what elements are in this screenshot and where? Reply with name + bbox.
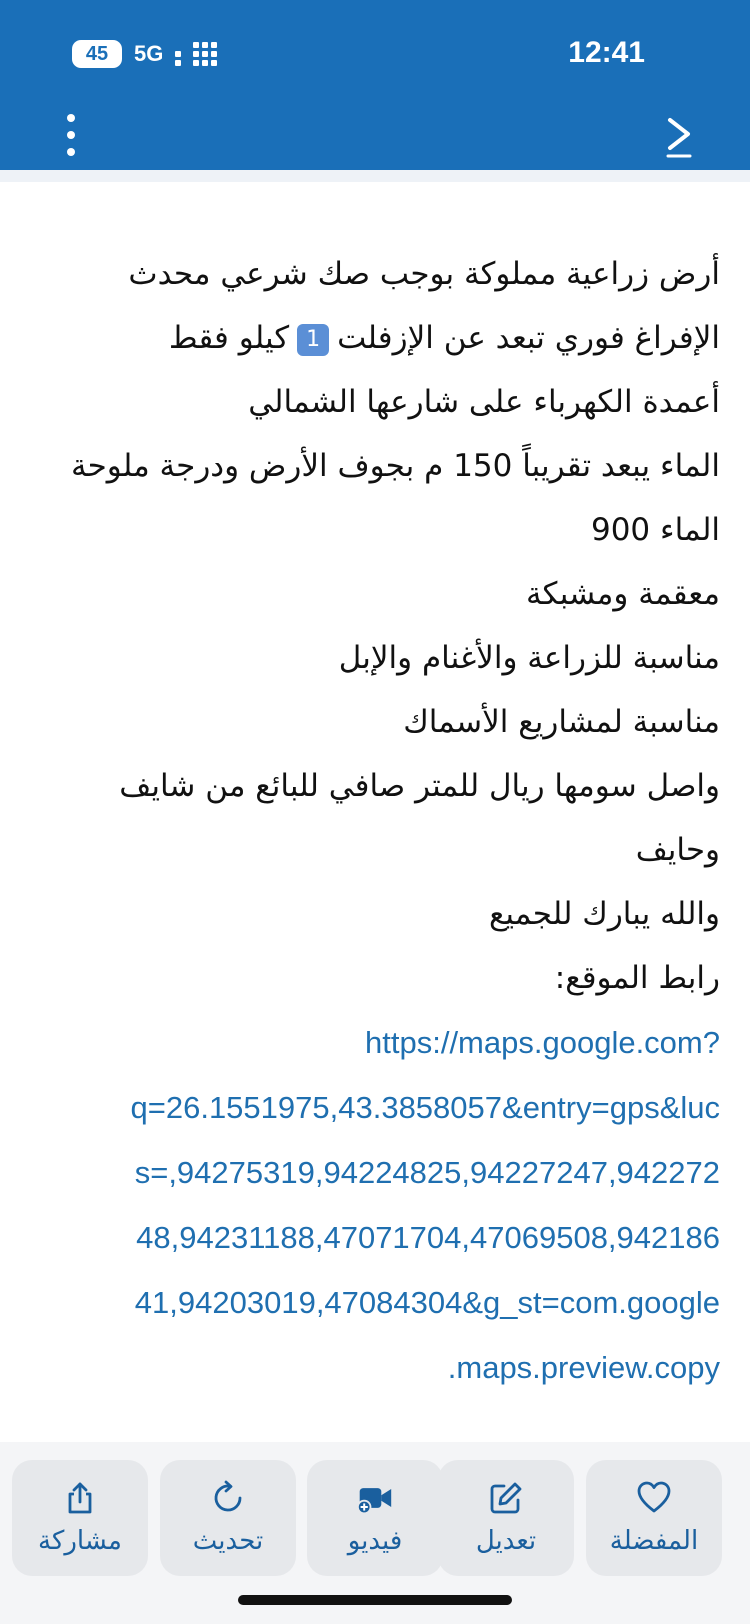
battery-indicator: 45	[72, 40, 122, 68]
favorite-label: المفضلة	[609, 1526, 699, 1556]
location-link-line[interactable]: 48,94231188,47071704,47069508,942186	[30, 1205, 720, 1270]
share-label: مشاركة	[38, 1526, 122, 1556]
content-line: الماء يبعد تقريباً 150 م بجوف الأرض ودرج…	[71, 448, 720, 484]
content-line-text: الإفراغ فوري تبعد عن الإزفلت	[337, 320, 720, 356]
content-line: الماء 900	[590, 512, 720, 548]
content-line: وحايف	[635, 832, 720, 868]
content-line: مناسبة لمشاريع الأسماك	[403, 704, 720, 740]
content-line: أرض زراعية مملوكة بوجب صك شرعي محدث	[128, 256, 720, 292]
refresh-icon	[214, 1480, 242, 1512]
share-icon	[68, 1482, 92, 1514]
content-line: رابط الموقع:	[554, 960, 720, 996]
edit-icon	[490, 1482, 522, 1514]
location-link-line[interactable]: .maps.preview.copy	[30, 1335, 720, 1400]
refresh-label: تحديث	[192, 1526, 264, 1556]
more-vertical-icon[interactable]	[58, 114, 84, 156]
content-line: واصل سومها ريال للمتر صافي للبائع من شاي…	[119, 768, 720, 804]
content-line: الإفراغ فوري تبعد عن الإزفلت1كيلو فقط	[30, 306, 720, 370]
status-left: 45 5G	[72, 40, 218, 68]
chevron-right-icon[interactable]	[662, 112, 698, 160]
video-add-icon	[357, 1488, 392, 1515]
location-link-line[interactable]: q=26.1551975,43.3858057&entry=gps&luc	[30, 1075, 721, 1140]
home-indicator[interactable]	[238, 1595, 512, 1605]
content-line: معقمة ومشبكة	[526, 576, 720, 612]
video-label: فيديو	[347, 1526, 403, 1556]
header-divider	[0, 170, 750, 182]
signal-icon	[175, 42, 218, 66]
edit-label: تعديل	[475, 1526, 537, 1556]
content-line: والله يبارك للجميع	[488, 896, 720, 932]
location-link-line[interactable]: s=,94275319,94224825,94227247,942272	[30, 1140, 720, 1205]
location-link[interactable]: https://maps.google.com? q=26.1551975,43…	[30, 1010, 721, 1400]
heart-icon	[637, 1481, 671, 1513]
status-time: 12:41	[568, 36, 645, 69]
number-one-badge: 1	[297, 323, 330, 356]
refresh-button[interactable]: تحديث	[160, 1460, 296, 1576]
content-line: مناسبة للزراعة والأغنام والإبل	[338, 640, 720, 676]
post-content: أرض زراعية مملوكة بوجب صك شرعي محدث الإف…	[30, 242, 720, 1400]
edit-button[interactable]: تعديل	[438, 1460, 574, 1576]
video-button[interactable]: فيديو	[307, 1460, 443, 1576]
favorite-button[interactable]: المفضلة	[586, 1460, 722, 1576]
location-link-line[interactable]: https://maps.google.com?	[30, 1010, 720, 1075]
location-link-line[interactable]: 41,94203019,47084304&g_st=com.google	[30, 1270, 720, 1335]
share-button[interactable]: مشاركة	[12, 1460, 148, 1576]
header-bar: 45 5G 12:41	[0, 0, 750, 170]
network-type: 5G	[134, 41, 164, 66]
content-line-suffix: كيلو فقط	[168, 320, 290, 356]
content-line: أعمدة الكهرباء على شارعها الشمالي	[248, 384, 720, 420]
